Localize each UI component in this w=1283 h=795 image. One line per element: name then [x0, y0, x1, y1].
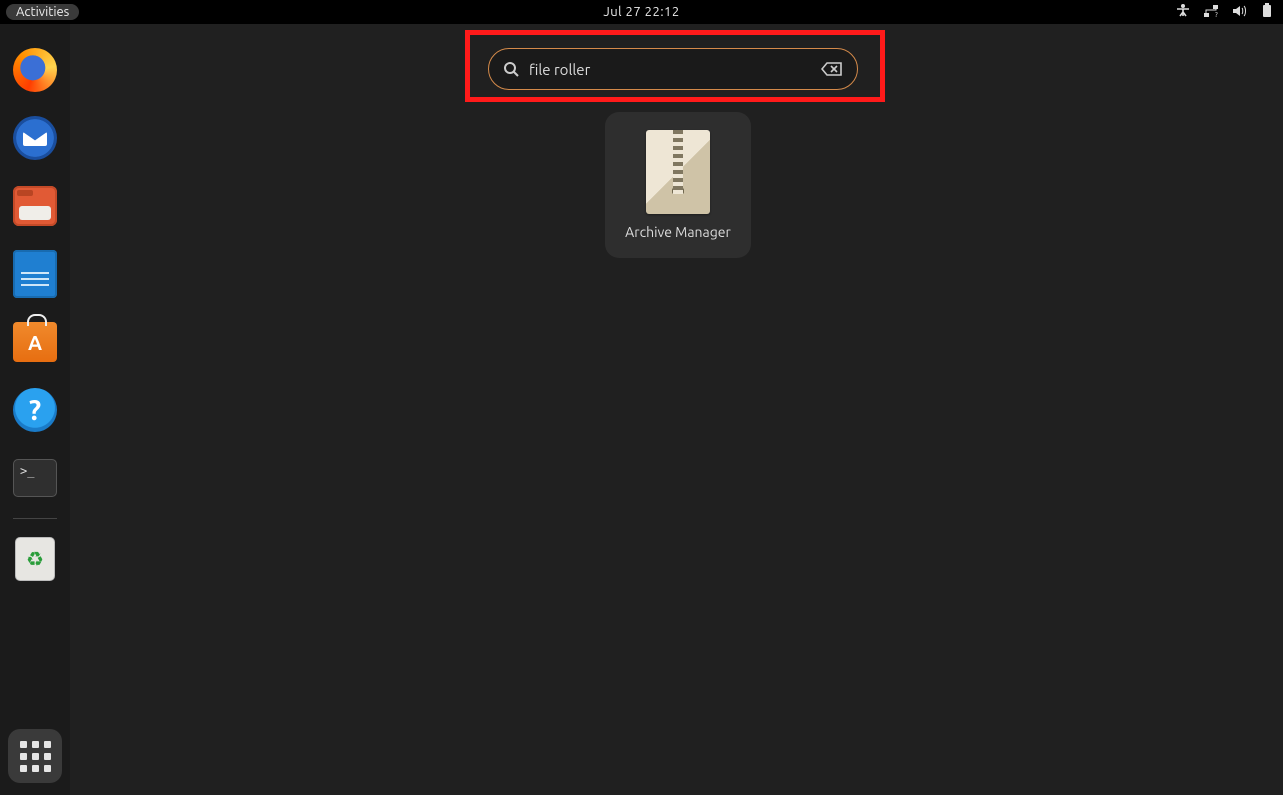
show-applications-button[interactable]: [8, 729, 62, 783]
dock-separator: [13, 518, 57, 519]
dock-item-terminal[interactable]: [11, 454, 59, 502]
writer-icon: [13, 250, 57, 298]
search-field[interactable]: [488, 48, 858, 90]
trash-icon: [15, 537, 55, 581]
dock-item-trash[interactable]: [11, 535, 59, 583]
search-input[interactable]: [529, 61, 811, 78]
dock-item-writer[interactable]: [11, 250, 59, 298]
backspace-icon: [821, 61, 843, 77]
svg-text:?: ?: [1215, 11, 1218, 19]
activities-overview: Archive Manager: [70, 24, 1283, 795]
search-icon: [503, 61, 519, 77]
dock-item-files[interactable]: [11, 182, 59, 230]
search-result-archive-manager[interactable]: Archive Manager: [605, 112, 751, 258]
grid-icon: [20, 741, 51, 772]
archive-manager-icon: [646, 130, 710, 214]
volume-icon[interactable]: [1231, 3, 1247, 22]
clear-search-button[interactable]: [821, 61, 843, 77]
search-result-label: Archive Manager: [625, 224, 731, 240]
firefox-icon: [13, 48, 57, 92]
accessibility-icon[interactable]: [1175, 3, 1191, 22]
system-tray[interactable]: ?: [1175, 3, 1275, 22]
terminal-icon: [13, 459, 57, 497]
software-icon: [13, 322, 57, 362]
files-icon: [13, 186, 57, 226]
thunderbird-icon: [13, 116, 57, 160]
dock-item-firefox[interactable]: [11, 46, 59, 94]
activities-button[interactable]: Activities: [6, 4, 79, 20]
dock: ?: [0, 24, 70, 795]
network-icon[interactable]: ?: [1203, 3, 1219, 22]
dock-item-software[interactable]: [11, 318, 59, 366]
clock[interactable]: Jul 27 22:12: [603, 5, 679, 19]
battery-icon[interactable]: [1259, 3, 1275, 22]
help-icon: ?: [13, 388, 57, 432]
dock-item-thunderbird[interactable]: [11, 114, 59, 162]
dock-item-help[interactable]: ?: [11, 386, 59, 434]
top-bar: Activities Jul 27 22:12 ?: [0, 0, 1283, 24]
